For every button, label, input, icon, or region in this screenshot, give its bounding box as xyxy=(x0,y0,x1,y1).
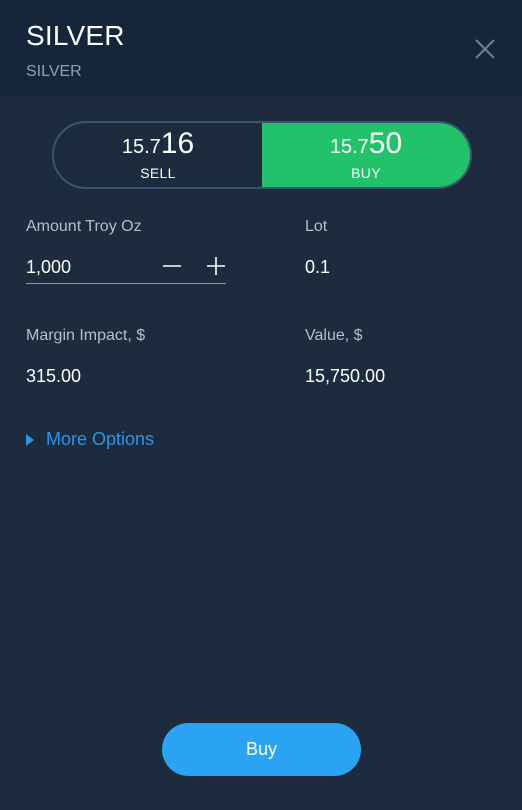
sell-price-prefix: 15.7 xyxy=(121,136,161,158)
plus-icon xyxy=(207,257,225,275)
buy-price-prefix: 15.7 xyxy=(329,136,369,158)
close-icon xyxy=(475,39,495,59)
sell-price: 15.716 xyxy=(122,129,194,159)
sell-label: SELL xyxy=(140,165,176,181)
value-label: Value, $ xyxy=(305,327,363,344)
buy-submit-label: Buy xyxy=(245,739,278,759)
margin-value: 315.00 xyxy=(26,366,82,386)
instrument-title: SILVER xyxy=(26,20,125,51)
dialog-header: SILVER SILVER xyxy=(0,0,522,96)
price-toggle: 15.716 SELL 15.750 BUY xyxy=(52,121,472,189)
increment-button[interactable] xyxy=(204,254,228,278)
value-amount: 15,750.00 xyxy=(305,366,386,386)
sell-price-suffix: 16 xyxy=(160,127,195,160)
more-options-label: More Options xyxy=(46,429,155,449)
lot-value: 0.1 xyxy=(305,257,331,277)
amount-label: Amount Troy Oz xyxy=(26,218,142,235)
caret-right-icon xyxy=(26,433,34,446)
amount-field xyxy=(26,252,226,284)
instrument-subtitle: SILVER xyxy=(26,63,82,80)
buy-price-button[interactable]: 15.750 BUY xyxy=(262,123,470,187)
decrement-button[interactable] xyxy=(160,254,184,278)
more-options-toggle[interactable]: More Options xyxy=(26,429,154,450)
margin-label: Margin Impact, $ xyxy=(26,327,146,344)
buy-price-suffix: 50 xyxy=(368,127,403,160)
lot-label: Lot xyxy=(305,218,328,235)
minus-icon xyxy=(163,265,181,267)
buy-label: BUY xyxy=(351,165,381,181)
sell-price-button[interactable]: 15.716 SELL xyxy=(54,123,262,187)
close-button[interactable] xyxy=(470,34,500,64)
buy-price: 15.750 xyxy=(330,129,402,159)
amount-input[interactable] xyxy=(26,254,146,280)
buy-submit-button[interactable]: Buy xyxy=(162,723,361,776)
